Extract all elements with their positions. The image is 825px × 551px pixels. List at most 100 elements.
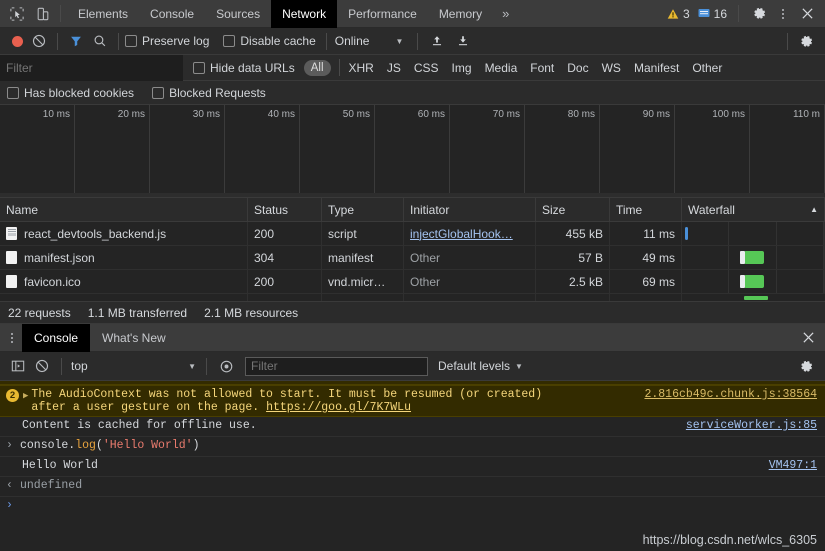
type-filter-css[interactable]: CSS [413, 61, 440, 75]
cell-type: manifest [322, 246, 404, 269]
output-text: Hello World [22, 459, 98, 472]
execution-context-select[interactable]: top ▼ [68, 356, 200, 376]
tab-sources[interactable]: Sources [205, 0, 271, 28]
live-expression-icon[interactable] [213, 356, 239, 376]
console-return-value[interactable]: ‹ undefined [0, 477, 825, 497]
column-header-type[interactable]: Type [322, 198, 404, 221]
timeline-tick: 20 ms [75, 105, 150, 193]
table-row[interactable]: manifest.json 304 manifest Other 57 B 49… [0, 246, 825, 270]
column-header-status[interactable]: Status [248, 198, 322, 221]
blocked-requests-label: Blocked Requests [169, 85, 266, 100]
gear-icon[interactable] [747, 2, 771, 26]
warning-source-link[interactable]: 2.816cb49c.chunk.js:38564 [630, 388, 817, 401]
gear-icon[interactable] [794, 30, 818, 52]
close-icon[interactable] [795, 2, 819, 26]
column-header-time[interactable]: Time [610, 198, 682, 221]
tab-performance[interactable]: Performance [337, 0, 428, 28]
more-tabs-label: » [502, 6, 510, 21]
blocked-requests-checkbox[interactable]: Blocked Requests [152, 86, 266, 100]
table-row[interactable]: react_devtools_backend.js 200 script inj… [0, 222, 825, 246]
console-output-message[interactable]: Hello World VM497:1 [0, 457, 825, 477]
tab-network[interactable]: Network [271, 0, 338, 28]
throttling-select[interactable]: Online ▼ [333, 34, 404, 48]
search-icon[interactable] [88, 31, 112, 51]
tab-console[interactable]: Console [139, 0, 205, 28]
column-header-initiator[interactable]: Initiator [404, 198, 536, 221]
drawer-close-button[interactable] [802, 331, 825, 344]
console-prompt-row[interactable]: › [0, 497, 825, 517]
timeline-tick: 110 m [750, 105, 825, 193]
info-source-link[interactable]: serviceWorker.js:85 [672, 419, 817, 432]
more-tabs-button[interactable]: » [493, 0, 518, 28]
tab-elements[interactable]: Elements [67, 0, 139, 28]
disable-cache-checkbox[interactable]: Disable cache [223, 34, 316, 48]
type-filter-img[interactable]: Img [451, 61, 473, 75]
warning-link[interactable]: https://goo.gl/7K7WLu [266, 401, 411, 414]
drawer-tab-whats-new[interactable]: What's New [90, 324, 178, 352]
tab-memory[interactable]: Memory [428, 0, 493, 28]
warning-count-button[interactable]: 3 [664, 7, 693, 21]
column-header-time-label: Time [616, 202, 643, 217]
cell-time: 49 ms [610, 246, 682, 269]
waterfall-bar [740, 251, 764, 264]
column-header-waterfall[interactable]: Waterfall ▲ [682, 198, 825, 221]
device-toggle-icon[interactable] [32, 3, 54, 25]
timeline-tick: 70 ms [450, 105, 525, 193]
has-blocked-cookies-checkbox[interactable]: Has blocked cookies [7, 86, 134, 100]
cell-time [610, 294, 682, 301]
column-header-size[interactable]: Size [536, 198, 610, 221]
type-filter-manifest[interactable]: Manifest [633, 61, 680, 75]
initiator-link[interactable]: injectGlobalHook… [410, 227, 513, 241]
record-button[interactable] [7, 31, 27, 51]
clear-button[interactable] [27, 31, 51, 51]
download-har-icon[interactable] [450, 31, 476, 51]
console-info-message[interactable]: Content is cached for offline use. servi… [0, 417, 825, 437]
console-warning-message[interactable]: 2 ▶ The AudioContext was not allowed to … [0, 385, 825, 417]
clear-console-icon[interactable] [29, 356, 55, 376]
network-overview-timeline[interactable]: 10 ms 20 ms 30 ms 40 ms 50 ms 60 ms 70 m… [0, 105, 825, 197]
table-row[interactable]: favicon.ico 200 vnd.micr… Other 2.5 kB 6… [0, 270, 825, 294]
type-filter-ws[interactable]: WS [601, 61, 622, 75]
table-row-partial[interactable] [0, 294, 825, 301]
type-filter-other[interactable]: Other [691, 61, 723, 75]
toolbar-divider-2 [118, 32, 119, 50]
kebab-menu-icon[interactable] [773, 0, 793, 28]
output-source-link[interactable]: VM497:1 [755, 459, 817, 472]
tab-performance-label: Performance [348, 6, 417, 21]
info-count-button[interactable]: 16 [695, 7, 730, 21]
devtools-main-tabbar: Elements Console Sources Network Perform… [0, 0, 825, 28]
gear-icon[interactable] [794, 355, 818, 377]
prompt-icon: › [6, 499, 13, 512]
cell-name: manifest.json [0, 246, 248, 269]
request-name: favicon.ico [24, 274, 81, 289]
console-sidebar-icon[interactable] [7, 356, 29, 376]
type-filter-font[interactable]: Font [529, 61, 555, 75]
watermark-text: https://blog.csdn.net/wlcs_6305 [642, 533, 817, 547]
timeline-tick: 40 ms [225, 105, 300, 193]
cell-name: favicon.ico [0, 270, 248, 293]
column-header-name[interactable]: Name [0, 198, 248, 221]
waterfall-bar [685, 227, 688, 240]
expand-arrow-icon[interactable]: ▶ [23, 391, 28, 401]
inspect-cursor-icon[interactable] [6, 3, 28, 25]
size-value: 57 B [578, 250, 603, 265]
funnel-icon[interactable] [64, 31, 88, 51]
console-filter-input[interactable] [245, 356, 428, 376]
type-filter-js[interactable]: JS [386, 61, 402, 75]
hide-data-urls-checkbox[interactable]: Hide data URLs [193, 61, 295, 75]
type-filter-media[interactable]: Media [484, 61, 519, 75]
type-filter-xhr[interactable]: XHR [348, 61, 375, 75]
preserve-log-checkbox[interactable]: Preserve log [125, 34, 209, 48]
drawer-menu-icon[interactable] [2, 324, 22, 352]
cell-status: 200 [248, 222, 322, 245]
drawer-tab-console[interactable]: Console [22, 323, 91, 352]
type-filter-doc[interactable]: Doc [566, 61, 589, 75]
filter-input[interactable] [0, 54, 183, 81]
upload-har-icon[interactable] [424, 31, 450, 51]
cell-waterfall [682, 246, 825, 269]
console-input-echo[interactable]: › console.log('Hello World') [0, 437, 825, 457]
type-filter-all[interactable]: All [303, 59, 331, 76]
chevron-down-icon: ▼ [515, 361, 523, 371]
log-levels-select[interactable]: Default levels ▼ [438, 359, 523, 373]
tick-label: 100 ms [712, 109, 745, 120]
